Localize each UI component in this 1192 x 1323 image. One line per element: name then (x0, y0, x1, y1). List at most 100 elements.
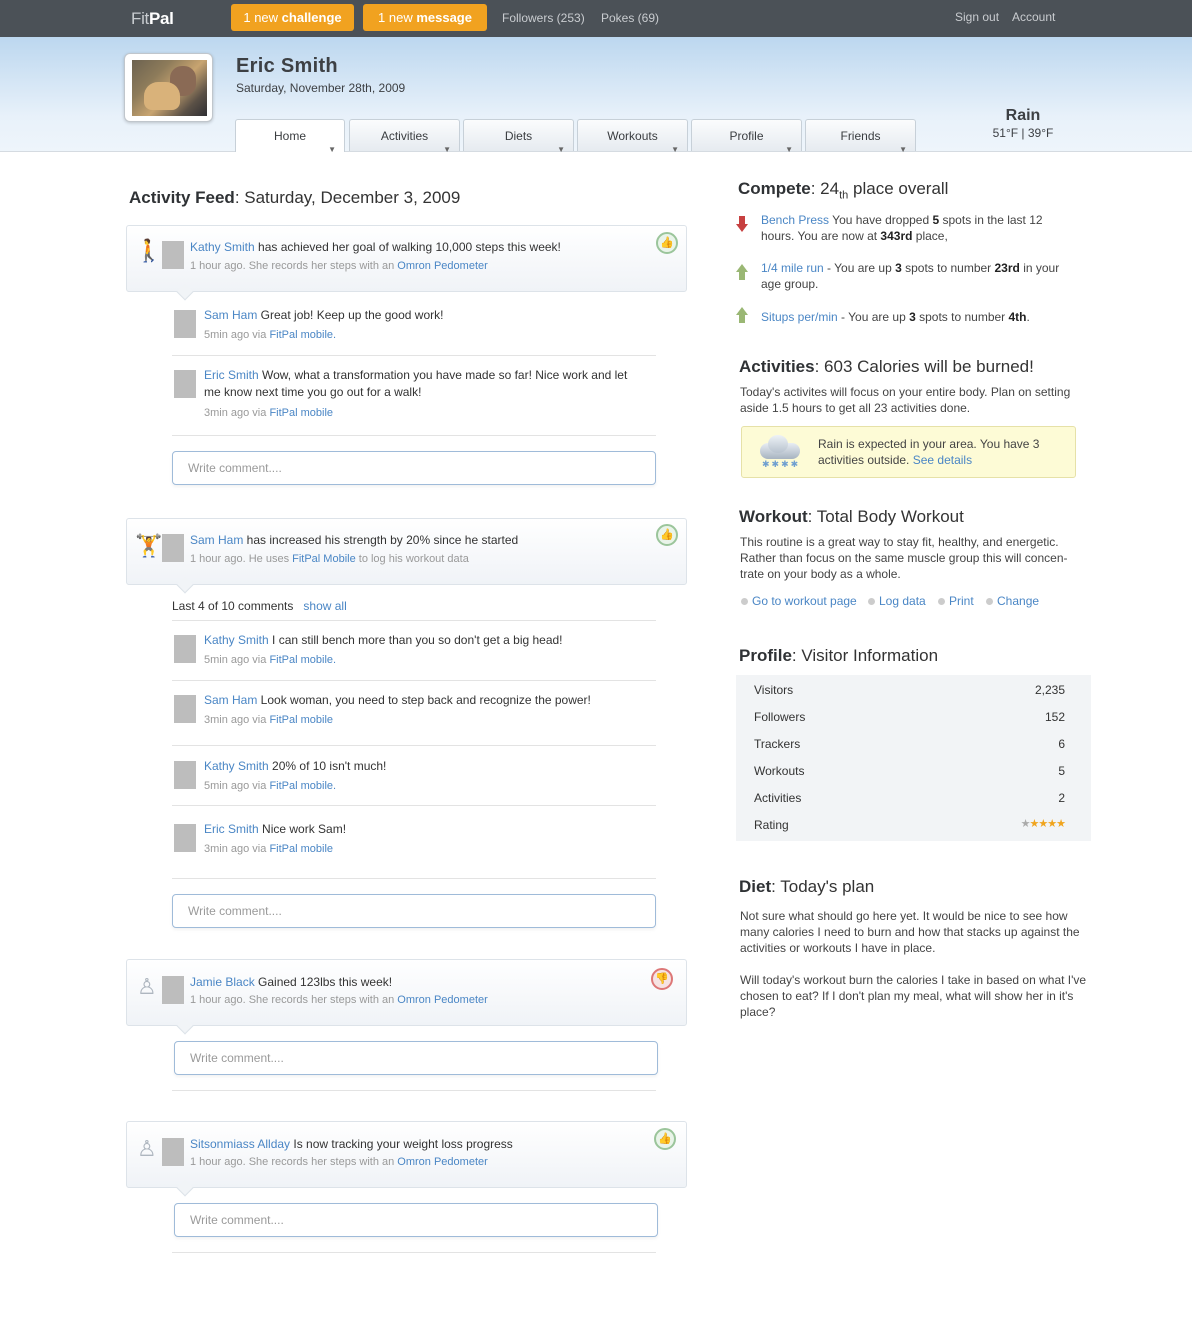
sign-out-link[interactable]: Sign out (955, 10, 999, 24)
comment-user-link[interactable]: Sam Ham (204, 693, 257, 707)
device-link[interactable]: FitPal Mobile (292, 553, 356, 565)
star-icon: ★ (1047, 818, 1057, 830)
comment-user-link[interactable]: Sam Ham (204, 308, 257, 322)
log-data-link[interactable]: Log data (868, 594, 926, 608)
go-to-workout-link[interactable]: Go to workout page (741, 594, 857, 608)
post-user-link[interactable]: Sitsonmiass Allday (190, 1137, 290, 1151)
post-text: Sam Ham has increased his strength by 20… (190, 533, 519, 547)
device-link[interactable]: Omron Pedometer (397, 260, 487, 272)
new-challenge-button[interactable]: 1 new challenge (231, 4, 354, 31)
body-figure-icon: ♙ (137, 974, 157, 999)
comment-avatar[interactable] (174, 635, 196, 663)
activities-description: Today's activites will focus on your ent… (740, 385, 1071, 415)
comment-input[interactable]: Write comment.... (174, 1041, 658, 1075)
followers-link[interactable]: Followers (253) (502, 11, 585, 25)
user-avatar[interactable] (162, 1138, 184, 1166)
activity-feed-title: Activity Feed: Saturday, December 3, 200… (129, 188, 461, 207)
comment-meta: 5min ago via FitPal mobile. (204, 654, 337, 666)
chevron-down-icon[interactable]: ▼ (899, 134, 907, 166)
mile-run-link[interactable]: 1/4 mile run (761, 261, 824, 275)
chevron-down-icon[interactable]: ▼ (785, 134, 793, 166)
table-row: Trackers 6 (754, 737, 1065, 751)
comment-input[interactable]: Write comment.... (172, 451, 656, 485)
device-link[interactable]: Omron Pedometer (397, 1156, 487, 1168)
comment-text: Sam Ham Great job! Keep up the good work… (204, 308, 444, 322)
thumbs-up-icon[interactable]: 👍 (656, 232, 678, 254)
new-message-button[interactable]: 1 new message (363, 4, 487, 31)
table-row: Rating ★★★★★ (754, 818, 1066, 832)
post-meta: 1 hour ago. She records her steps with a… (190, 260, 488, 272)
thumbs-up-icon[interactable]: 👍 (656, 524, 678, 546)
avatar-photo (132, 60, 207, 116)
comment-avatar[interactable] (174, 761, 196, 789)
tab-diets[interactable]: Diets ▼ (463, 119, 574, 154)
comment-user-link[interactable]: Kathy Smith (204, 633, 269, 647)
comment-input[interactable]: Write comment.... (174, 1203, 658, 1237)
table-row: Visitors 2,235 (754, 683, 1065, 697)
comment-user-link[interactable]: Eric Smith (204, 368, 259, 382)
comment-meta: 3min ago via FitPal mobile (204, 843, 334, 855)
post-user-link[interactable]: Kathy Smith (190, 240, 255, 254)
post-meta: 1 hour ago. She records her steps with a… (190, 1156, 488, 1168)
comment-avatar[interactable] (174, 695, 196, 723)
divider (172, 355, 656, 356)
comment-user-link[interactable]: Kathy Smith (204, 759, 269, 773)
print-link[interactable]: Print (938, 594, 974, 608)
account-link[interactable]: Account (1012, 10, 1055, 24)
table-row: Activities 2 (754, 791, 1065, 805)
user-avatar[interactable] (162, 534, 184, 562)
user-avatar[interactable] (162, 241, 184, 269)
thumbs-down-icon[interactable]: 👎 (651, 968, 673, 990)
activities-title: Activities: 603 Calories will be burned! (739, 357, 1034, 376)
fitpal-logo[interactable]: FitPal (131, 9, 174, 29)
via-link[interactable]: FitPal mobile. (269, 780, 336, 792)
chevron-down-icon[interactable]: ▼ (443, 134, 451, 166)
tab-profile[interactable]: Profile ▼ (691, 119, 802, 154)
tab-workouts[interactable]: Workouts ▼ (577, 119, 688, 154)
tab-friends[interactable]: Friends ▼ (805, 119, 916, 154)
situps-link[interactable]: Situps per/min (761, 310, 838, 324)
comment-user-link[interactable]: Eric Smith (204, 822, 259, 836)
via-link[interactable]: FitPal mobile. (269, 654, 336, 666)
chevron-down-icon[interactable]: ▼ (557, 134, 565, 166)
avatar[interactable] (124, 53, 213, 122)
divider (172, 878, 656, 879)
comment-text: Eric Smith Nice work Sam! (204, 822, 347, 836)
via-link[interactable]: FitPal mobile (269, 714, 333, 726)
change-link[interactable]: Change (986, 594, 1039, 608)
comment-avatar[interactable] (174, 370, 196, 398)
star-icon: ★ (1038, 818, 1048, 830)
user-avatar[interactable] (162, 976, 184, 1004)
alert-text: Rain is expected in your area. You have … (818, 437, 1040, 467)
weather-widget: Rain 51°F | 39°F (990, 107, 1056, 140)
diet-paragraph: Not sure what should go here yet. It wou… (740, 909, 1080, 955)
post-user-link[interactable]: Jamie Black (190, 975, 255, 989)
diet-paragraph: Will today's workout burn the calories I… (740, 973, 1087, 1019)
comment-avatar[interactable] (174, 310, 196, 338)
device-link[interactable]: Omron Pedometer (397, 994, 487, 1006)
show-all-link[interactable]: show all (303, 599, 346, 613)
compete-item: Bench Press You have dropped 5 spots in … (761, 213, 1043, 243)
workout-description: This routine is a great way to stay fit,… (740, 535, 1068, 581)
via-link[interactable]: FitPal mobile. (269, 329, 336, 341)
profile-title: Profile: Visitor Information (739, 646, 939, 665)
user-name: Eric Smith (236, 55, 338, 77)
chevron-down-icon[interactable]: ▼ (328, 134, 336, 166)
feed-post: ♙ Sitsonmiass Allday Is now tracking you… (126, 1121, 687, 1197)
tab-home[interactable]: Home ▼ (235, 119, 345, 154)
post-user-link[interactable]: Sam Ham (190, 533, 243, 547)
chevron-down-icon[interactable]: ▼ (671, 134, 679, 166)
comment-input[interactable]: Write comment.... (172, 894, 656, 928)
comment-meta: 3min ago via FitPal mobile (204, 714, 334, 726)
bench-press-link[interactable]: Bench Press (761, 213, 829, 227)
thumbs-up-icon[interactable]: 👍 (654, 1128, 676, 1150)
feed-post: 🚶 Kathy Smith has achieved her goal of w… (126, 225, 687, 301)
comment-avatar[interactable] (174, 824, 196, 852)
pokes-link[interactable]: Pokes (69) (601, 11, 659, 25)
tab-activities[interactable]: Activities ▼ (349, 119, 460, 154)
rank-up-icon (736, 307, 748, 323)
see-details-link[interactable]: See details (913, 453, 972, 467)
weather-temps: 51°F | 39°F (992, 126, 1054, 140)
via-link[interactable]: FitPal mobile (269, 843, 333, 855)
via-link[interactable]: FitPal mobile (269, 407, 333, 419)
